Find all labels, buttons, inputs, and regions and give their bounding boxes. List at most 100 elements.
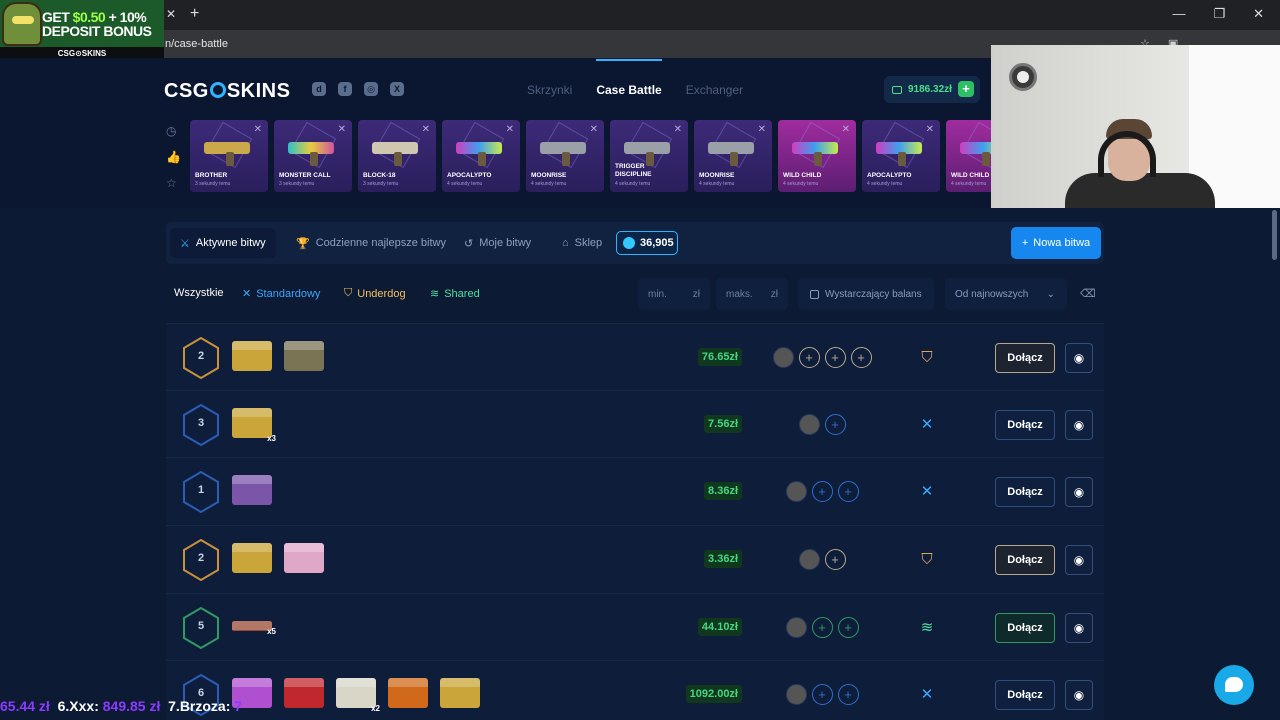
thumbs-up-icon[interactable]: 👍: [166, 150, 181, 164]
battle-players: + +: [785, 616, 859, 638]
close-icon[interactable]: ✕: [254, 124, 262, 135]
discord-icon[interactable]: d: [312, 82, 326, 96]
filter-standard[interactable]: ✕ Standardowy: [242, 287, 320, 301]
tab-my-battles[interactable]: ↺ Moje bitwy: [454, 228, 541, 258]
filter-shared[interactable]: ≋ Shared: [430, 287, 480, 301]
nav-exchanger[interactable]: Exchanger: [686, 83, 743, 97]
maximize-icon[interactable]: ❐: [1213, 6, 1225, 22]
enough-balance-checkbox[interactable]: Wystarczający balans: [798, 278, 934, 310]
case-icon: [232, 475, 272, 506]
eye-icon[interactable]: ◉: [1065, 680, 1093, 711]
battle-price: 44.10zł: [697, 617, 742, 636]
balance-display[interactable]: 9186.32zł +: [884, 76, 980, 103]
facebook-icon[interactable]: f: [338, 82, 352, 96]
join-slot-button[interactable]: +: [837, 684, 859, 706]
new-tab-icon[interactable]: +: [190, 5, 199, 23]
join-button[interactable]: Dołącz: [995, 612, 1055, 643]
drop-name: BLOCK-18: [363, 172, 396, 179]
sort-select[interactable]: Od najnowszych ⌄: [945, 278, 1067, 310]
min-price-input[interactable]: min. zł: [638, 278, 710, 310]
battle-players: +: [798, 549, 846, 571]
battle-filters: Wszystkie ✕ Standardowy ⛉ Underdog ≋ Shared…: [166, 278, 1104, 310]
drop-card[interactable]: ✕ BLOCK-18 3 sekundy temu: [358, 120, 436, 192]
close-icon[interactable]: ✕: [506, 124, 514, 135]
instagram-icon[interactable]: ◎: [364, 82, 378, 96]
url-text[interactable]: n/case-battle: [165, 38, 228, 50]
checkbox-icon: [810, 289, 819, 299]
join-slot-button[interactable]: +: [837, 616, 859, 638]
close-icon[interactable]: ✕: [422, 124, 430, 135]
player-avatar[interactable]: [785, 616, 807, 638]
drop-time: 3 sekundy temu: [195, 181, 231, 187]
nav-case-battle[interactable]: Case Battle: [596, 59, 663, 97]
clock-icon[interactable]: ◷: [166, 124, 181, 138]
nav-skrzynki[interactable]: Skrzynki: [527, 83, 572, 97]
join-slot-button[interactable]: +: [798, 347, 820, 368]
drop-card[interactable]: ✕ MOONRISE 4 sekundy temu: [526, 120, 604, 192]
join-slot-button[interactable]: +: [824, 549, 846, 571]
eye-icon[interactable]: ◉: [1065, 343, 1093, 373]
player-avatar[interactable]: [785, 684, 807, 706]
join-slot-button[interactable]: +: [837, 481, 859, 503]
x-icon[interactable]: X: [390, 82, 404, 96]
filter-underdog[interactable]: ⛉ Underdog: [344, 287, 406, 300]
close-icon[interactable]: ✕: [926, 124, 934, 135]
site-logo[interactable]: CSG SKINS: [164, 80, 290, 103]
join-slot-button[interactable]: +: [811, 684, 833, 706]
filter-all[interactable]: Wszystkie: [174, 287, 224, 299]
chat-support-button[interactable]: [1214, 665, 1254, 705]
eye-icon[interactable]: ◉: [1065, 409, 1093, 440]
coin-balance[interactable]: 36,905: [616, 231, 678, 255]
eye-icon[interactable]: ◉: [1065, 545, 1093, 576]
close-icon[interactable]: ✕: [590, 124, 598, 135]
close-icon[interactable]: ✕: [758, 124, 766, 135]
join-button[interactable]: Dołącz: [995, 680, 1055, 711]
close-window-icon[interactable]: ✕: [1253, 6, 1264, 22]
drop-card[interactable]: ✕ TRIGGER DISCIPLINE 4 sekundy temu: [610, 120, 688, 192]
reset-filters-icon[interactable]: ⌫: [1080, 287, 1096, 300]
new-battle-button[interactable]: + Nowa bitwa: [1011, 227, 1101, 259]
tab-close-icon[interactable]: ✕: [166, 7, 176, 21]
eye-icon[interactable]: ◉: [1065, 477, 1093, 508]
rounds-count: 1: [197, 484, 205, 497]
player-avatar[interactable]: [798, 413, 820, 435]
minimize-icon[interactable]: —: [1172, 6, 1185, 22]
join-slot-button[interactable]: +: [824, 347, 846, 368]
close-icon[interactable]: ✕: [674, 124, 682, 135]
drop-card[interactable]: ✕ BROTHER 3 sekundy temu: [190, 120, 268, 192]
tab-active-battles[interactable]: ⚔ Aktywne bitwy: [170, 228, 276, 258]
player-avatar[interactable]: [798, 549, 820, 571]
join-slot-button[interactable]: +: [824, 413, 846, 435]
plus-icon: +: [1021, 237, 1029, 249]
ticker-amount-7: 7: [234, 698, 243, 714]
join-slot-button[interactable]: +: [811, 481, 833, 503]
join-button[interactable]: Dołącz: [995, 477, 1055, 508]
join-slot-button[interactable]: +: [850, 347, 872, 368]
join-button[interactable]: Dołącz: [995, 343, 1055, 373]
player-avatar[interactable]: [785, 481, 807, 503]
drop-feed-filters: ◷ 👍 ☆: [166, 124, 181, 190]
tab-daily-best[interactable]: 🏆 Codzienne najlepsze bitwy: [286, 228, 456, 258]
page-scrollbar[interactable]: [1272, 210, 1277, 260]
close-icon[interactable]: ✕: [842, 124, 850, 135]
max-price-input[interactable]: maks. zł: [716, 278, 788, 310]
join-slot-button[interactable]: +: [811, 616, 833, 638]
drop-card[interactable]: ✕ APOCALYPTO 4 sekundy temu: [862, 120, 940, 192]
drop-time: 4 sekundy temu: [615, 181, 651, 187]
join-button[interactable]: Dołącz: [995, 545, 1055, 576]
drop-card[interactable]: ✕ MOONRISE 4 sekundy temu: [694, 120, 772, 192]
player-avatar[interactable]: [772, 347, 794, 368]
tab-shop[interactable]: ⌂ Sklep: [552, 228, 612, 258]
battle-cases: [232, 543, 324, 574]
battle-players: + + +: [772, 347, 872, 368]
battle-price: 1092.00zł: [685, 685, 742, 704]
rounds-count: 5: [197, 619, 205, 632]
drop-card[interactable]: ✕ APOCALYPTO 4 sekundy temu: [442, 120, 520, 192]
star-icon[interactable]: ☆: [166, 176, 181, 190]
drop-card[interactable]: ✕ MONSTER CALL 3 sekundy temu: [274, 120, 352, 192]
drop-card[interactable]: ✕ WILD CHILD 4 sekundy temu: [778, 120, 856, 192]
close-icon[interactable]: ✕: [338, 124, 346, 135]
deposit-button[interactable]: +: [958, 81, 974, 97]
eye-icon[interactable]: ◉: [1065, 612, 1093, 643]
join-button[interactable]: Dołącz: [995, 409, 1055, 440]
